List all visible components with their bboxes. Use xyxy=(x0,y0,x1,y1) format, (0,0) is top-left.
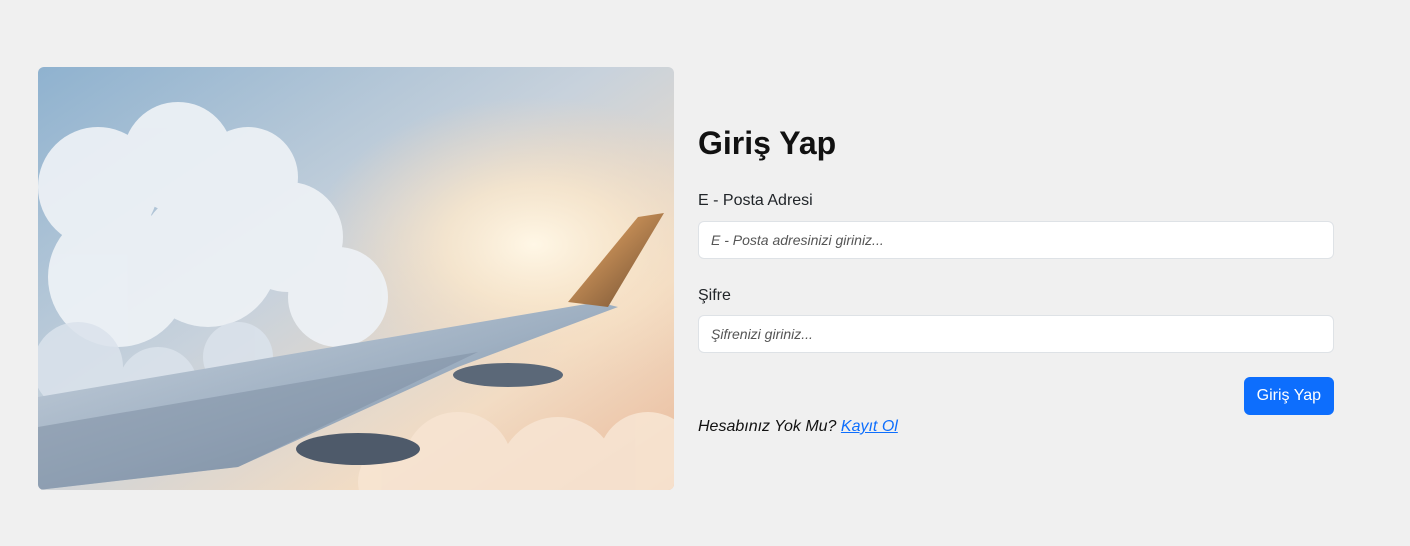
no-account-text: Hesabınız Yok Mu? xyxy=(698,418,837,435)
password-field[interactable] xyxy=(698,315,1334,353)
airplane-wing-icon xyxy=(38,67,674,490)
signup-prompt: Hesabınız Yok Mu? Kayıt Ol xyxy=(698,418,898,436)
login-button[interactable]: Giriş Yap xyxy=(1243,377,1334,415)
hero-image xyxy=(38,67,674,490)
login-page: Giriş Yap E - Posta Adresi Şifre Giriş Y… xyxy=(0,0,1410,546)
signup-link[interactable]: Kayıt Ol xyxy=(841,418,898,435)
password-label: Şifre xyxy=(698,287,731,304)
email-field[interactable] xyxy=(698,221,1334,259)
page-title: Giriş Yap xyxy=(698,125,837,161)
email-label: E - Posta Adresi xyxy=(698,192,813,209)
